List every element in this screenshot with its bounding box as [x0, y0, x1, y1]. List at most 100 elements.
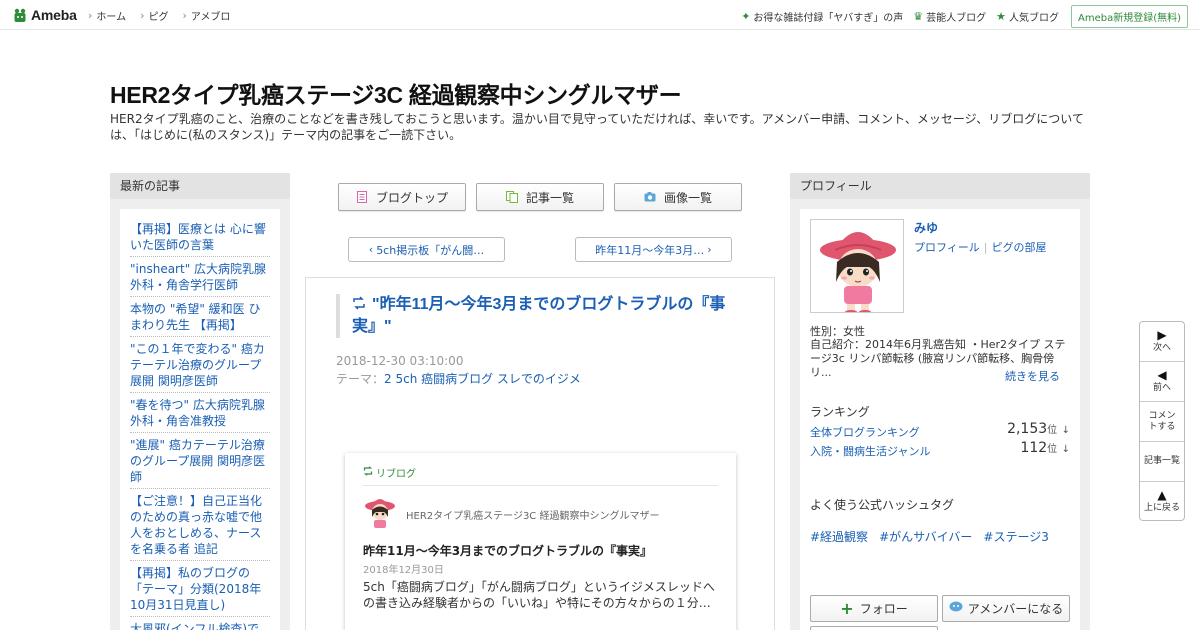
recent-article-item[interactable]: 本物の "希望" 緩和医 ひまわり先生 【再掲】 — [130, 297, 270, 337]
next-arrow-icon: ▶ — [1157, 328, 1167, 342]
chevron-right-icon: › — [707, 243, 712, 256]
reblog-blog-name: HER2タイプ乳癌ステージ3C 経過観察中シングルマザー — [406, 511, 660, 522]
entry-theme: テーマ：2 5ch 癌闘病ブログ スレでのイジメ — [336, 370, 581, 387]
floating-nav: ▶ 次へ ◀ 前へ コメントする 記事一覧 ▲ 上に戻る — [1139, 321, 1185, 521]
nav-ameblo[interactable]: アメブロ — [183, 8, 231, 23]
pig-room-link[interactable]: ピグの部屋 — [992, 241, 1047, 254]
main-content: ブログトップ 記事一覧 画像一覧 ‹ 5ch掲示板「がん闘… 昨年11月～今年3… — [305, 173, 775, 630]
trend-down-icon: ↓ — [1061, 444, 1070, 455]
comment-button[interactable]: コメントする — [1140, 402, 1184, 442]
ranking-heading: ランキング — [810, 405, 870, 419]
camera-icon — [644, 191, 656, 203]
prev-article-button[interactable]: ‹ 5ch掲示板「がん闘… — [348, 237, 505, 262]
recent-article-item[interactable]: 【再掲】医療とは 心に響いた医師の言葉 — [130, 217, 270, 257]
nav-pig[interactable]: ピグ — [140, 8, 169, 23]
recent-article-item[interactable]: 大風邪(インフル検査)で休 — [130, 617, 270, 630]
recent-articles-list: 【再掲】医療とは 心に響いた医師の言葉 "insheart" 広大病院乳腺外科・… — [120, 209, 280, 630]
prev-arrow-icon: ◀ — [1157, 368, 1167, 382]
reblog-date: 2018年12月30日 — [363, 565, 444, 576]
entry-title-text: "昨年11月～今年3月までのブログトラブルの『事実』" — [352, 296, 726, 335]
follow-button[interactable]: + フォロー — [810, 595, 938, 622]
top-right-links: ✦ お得な雑誌付録「ヤバすぎ」の声 ♛ 芸能人ブログ ★ 人気ブログ Ameba… — [731, 5, 1188, 28]
recent-article-item[interactable]: "春を待つ" 広大病院乳腺外科・角舎准教授 — [130, 393, 270, 433]
prev-entry-label: 前へ — [1152, 383, 1171, 393]
entry-title[interactable]: "昨年11月～今年3月までのブログトラブルの『事実』" — [352, 296, 725, 335]
blog-title[interactable]: HER2タイプ乳癌ステージ3C 経過観察中シングルマザー — [110, 76, 682, 110]
profile-gender: 性別：女性 — [810, 325, 865, 338]
entry-date: 2018-12-30 03:10:00 — [336, 354, 464, 368]
profile-panel: プロフィール みゆ プロフィール | ピグの部屋 性別：女性 自己紹介：2014… — [790, 173, 1090, 630]
entry-theme-prefix: テーマ： — [336, 372, 385, 386]
hashtag-list: #経過観察 #がんサバイバー #ステージ3 — [810, 528, 1060, 545]
article-list-label: 記事一覧 — [525, 190, 574, 205]
blog-top-label: ブログトップ — [375, 190, 448, 205]
reblog-card[interactable]: リブログ HER2タイプ乳癌ステージ3C 経過観察中シングルマザー 昨年11月～… — [345, 453, 736, 630]
top-bar: Ameba ホーム ピグ アメブロ ✦ お得な雑誌付録「ヤバすぎ」の声 ♛ 芸能… — [0, 0, 1200, 30]
profile-name[interactable]: みゆ — [914, 219, 938, 236]
reblog-title: 昨年11月～今年3月までのブログトラブルの『事実』 — [363, 544, 653, 558]
ameba-logo-icon — [12, 7, 28, 23]
magazine-link[interactable]: ✦ お得な雑誌付録「ヤバすぎ」の声 — [741, 9, 903, 24]
celebrity-blog-label: 芸能人ブログ — [926, 13, 987, 24]
image-list-button[interactable]: 画像一覧 — [614, 183, 742, 211]
entry-theme-link[interactable]: 2 5ch 癌闘病ブログ スレでのイジメ — [384, 372, 581, 386]
article: "昨年11月～今年3月までのブログトラブルの『事実』" 2018-12-30 0… — [305, 277, 775, 630]
magazine-link-label: お得な雑誌付録「ヤバすぎ」の声 — [753, 13, 904, 24]
recent-article-item[interactable]: "進展" 癌カテーテル治療のグループ展開 関明彦医師 — [130, 433, 270, 489]
amember-button[interactable]: アメンバーになる — [942, 595, 1070, 622]
profile-link[interactable]: プロフィール — [914, 241, 980, 254]
ranking-overall-value: 2,153位 ↓ — [1007, 421, 1070, 437]
ameba-logo-text: Ameba — [31, 7, 77, 23]
chevron-left-icon: ‹ — [368, 243, 374, 256]
ranking-overall-link[interactable]: 全体ブログランキング — [810, 426, 920, 439]
ranking-row-genre: 入院・闘病生活ジャンル 112位 ↓ — [810, 440, 1070, 459]
crown-icon: ♛ — [913, 10, 924, 23]
image-list-label: 画像一覧 — [663, 190, 712, 205]
ranking-row-overall: 全体ブログランキング 2,153位 ↓ — [810, 421, 1070, 440]
reblog-label: リブログ — [363, 465, 416, 480]
profile-more-link[interactable]: 続きを見る — [1005, 368, 1060, 384]
popular-blog-label: 人気ブログ — [1008, 13, 1059, 24]
back-to-top-button[interactable]: ▲ 上に戻る — [1140, 482, 1184, 520]
hashtag-link[interactable]: #ステージ3 — [983, 530, 1048, 544]
profile-image[interactable] — [810, 219, 904, 313]
document-icon — [356, 191, 368, 203]
extra-button[interactable] — [810, 626, 938, 630]
ranking-genre-link[interactable]: 入院・闘病生活ジャンル — [810, 445, 930, 458]
entry-list-button[interactable]: 記事一覧 — [1140, 442, 1184, 482]
copy-icon — [505, 191, 518, 203]
trend-down-icon: ↓ — [1061, 425, 1070, 436]
recent-article-item[interactable]: "insheart" 広大病院乳腺外科・角舎学行医師 — [130, 257, 270, 297]
up-arrow-icon: ▲ — [1157, 487, 1167, 502]
hashtag-link[interactable]: #がんサバイバー — [879, 530, 972, 544]
hashtag-link[interactable]: #経過観察 — [810, 530, 868, 544]
avatar — [363, 495, 397, 529]
reblog-divider — [363, 485, 718, 486]
ranking-genre-value: 112位 ↓ — [1020, 440, 1070, 456]
recent-articles-heading: 最新の記事 — [110, 173, 290, 199]
ameba-logo[interactable]: Ameba — [12, 6, 77, 24]
next-entry-label: 次へ — [1152, 343, 1171, 353]
next-article-label: 昨年11月～今年3月… — [595, 243, 705, 257]
amember-label: アメンバーになる — [967, 602, 1064, 616]
profile-link-separator: | — [983, 241, 988, 254]
profile-heading: プロフィール — [790, 173, 1090, 199]
blog-top-button[interactable]: ブログトップ — [338, 183, 466, 211]
nav-home[interactable]: ホーム — [88, 8, 126, 23]
next-article-button[interactable]: 昨年11月～今年3月… › — [575, 237, 732, 262]
popular-blog-link[interactable]: ★ 人気ブログ — [996, 9, 1059, 24]
signup-button[interactable]: Ameba新規登録(無料) — [1070, 5, 1188, 28]
profile-links: プロフィール | ピグの部屋 — [914, 239, 1047, 255]
prev-entry-button[interactable]: ◀ 前へ — [1140, 362, 1184, 402]
recent-article-item[interactable]: 【再掲】私のブログの「テーマ」分類(2018年10月31日見直し) — [130, 561, 270, 617]
back-to-top-label: 上に戻る — [1143, 502, 1180, 513]
hashtag-heading: よく使う公式ハッシュタグ — [810, 498, 955, 512]
recent-article-item[interactable]: 【ご注意！】自己正当化のための真っ赤な嘘で他人をおとしめる、ナースを名乗る者 追… — [130, 489, 270, 561]
next-entry-button[interactable]: ▶ 次へ — [1140, 322, 1184, 362]
recent-article-item[interactable]: "この１年で変わる" 癌カテーテル治療のグループ展開 関明彦医師 — [130, 337, 270, 393]
star-icon: ★ — [996, 10, 1006, 23]
article-list-button[interactable]: 記事一覧 — [476, 183, 604, 211]
celebrity-blog-link[interactable]: ♛ 芸能人ブログ — [913, 9, 986, 24]
entry-list-label: 記事一覧 — [1143, 456, 1180, 466]
profile-body: みゆ プロフィール | ピグの部屋 性別：女性 自己紹介：2014年6月乳癌告知 ・… — [800, 209, 1080, 630]
